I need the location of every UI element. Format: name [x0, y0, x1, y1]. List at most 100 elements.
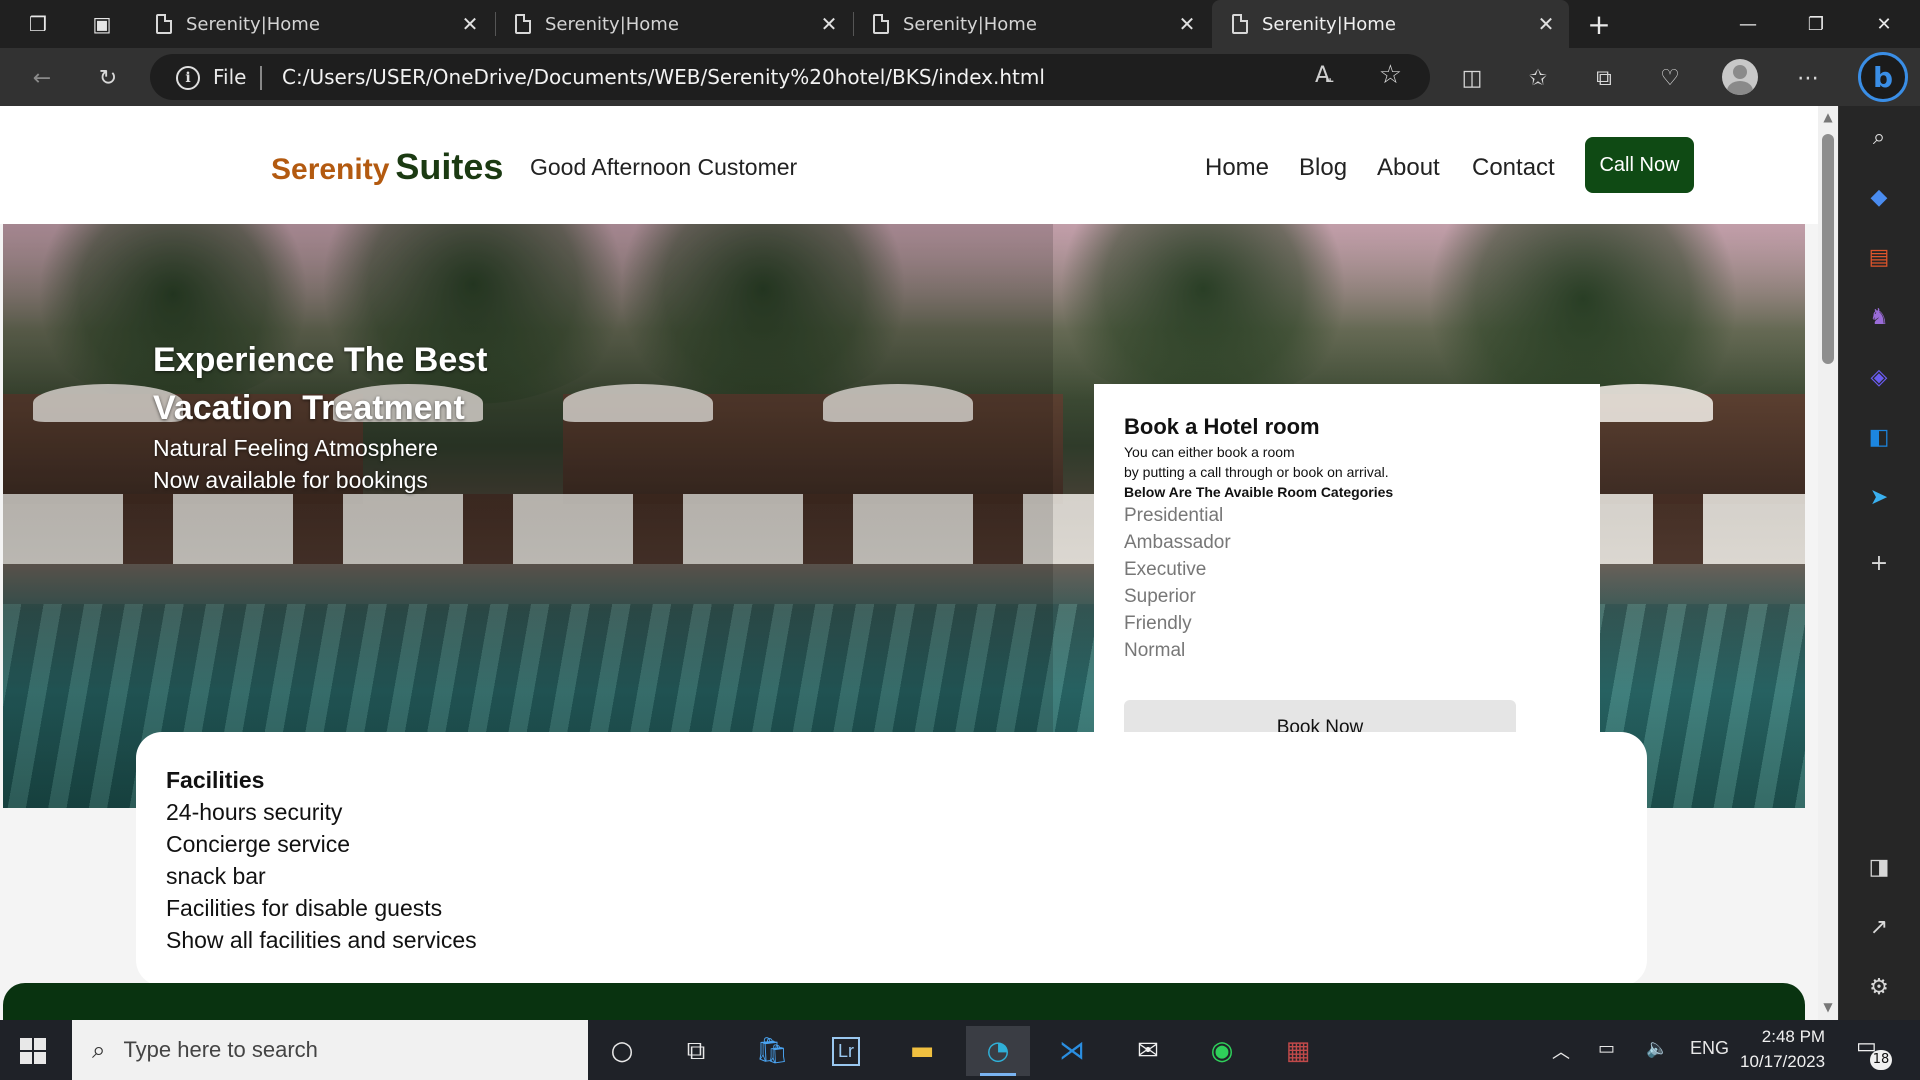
- hero-subtitle-2: Now available for bookings: [153, 467, 428, 493]
- greeting-text: Good Afternoon Customer: [530, 154, 798, 180]
- read-aloud-icon[interactable]: A꜡: [1315, 62, 1330, 88]
- tab-title: Serenity|Home: [903, 13, 1037, 35]
- page-viewport: Serenity Suites Good Afternoon Customer H…: [0, 106, 1818, 1020]
- favorite-star-icon[interactable]: ☆: [1379, 60, 1402, 90]
- volume-icon[interactable]: 🔈: [1646, 1038, 1668, 1059]
- minimize-button[interactable]: —: [1714, 0, 1782, 48]
- booking-description-1: You can either book a room: [1124, 444, 1295, 460]
- game-icon[interactable]: ▦: [1266, 1026, 1330, 1076]
- vscode-icon[interactable]: ⋊: [1040, 1026, 1104, 1076]
- back-icon[interactable]: ←: [24, 60, 60, 96]
- games-icon[interactable]: ♞: [1864, 302, 1894, 332]
- room-category: Presidential: [1124, 505, 1224, 526]
- system-clock[interactable]: 2:48 PM 10/17/2023: [1740, 1024, 1825, 1074]
- hero-title: Experience The Best Vacation Treatment: [153, 341, 488, 427]
- scrollbar-thumb[interactable]: [1822, 134, 1834, 364]
- browser-toolbar: ← ↻ i File C:/Users/USER/OneDrive/Docume…: [0, 48, 1920, 106]
- workspaces-icon[interactable]: ❒: [22, 8, 54, 40]
- info-icon[interactable]: i: [176, 66, 200, 90]
- tab-1[interactable]: Serenity|Home ✕: [136, 0, 493, 48]
- mail-icon[interactable]: ✉: [1116, 1026, 1180, 1076]
- performance-icon[interactable]: ♡: [1652, 60, 1688, 96]
- tab-3[interactable]: Serenity|Home ✕: [853, 0, 1210, 48]
- document-icon: [515, 14, 531, 34]
- bing-chat-icon[interactable]: b: [1858, 52, 1908, 102]
- address-bar[interactable]: i File C:/Users/USER/OneDrive/Documents/…: [150, 54, 1430, 100]
- windows-taskbar: ⌕ Type here to search ○ ⧉ 🛍 Lr ▬ ◔ ⋊ ✉ ◉…: [0, 1020, 1920, 1080]
- close-tab-icon[interactable]: ✕: [1172, 12, 1202, 36]
- facility-item: snack bar: [166, 863, 266, 889]
- new-tab-button[interactable]: +: [1582, 8, 1616, 41]
- close-tab-icon[interactable]: ✕: [1531, 12, 1561, 36]
- brand-first-word: Serenity: [271, 153, 390, 186]
- close-tab-icon[interactable]: ✕: [455, 12, 485, 36]
- outlook-icon[interactable]: ◧: [1864, 422, 1894, 452]
- document-icon: [873, 14, 889, 34]
- store-icon[interactable]: 🛍: [740, 1026, 804, 1076]
- scroll-down-icon[interactable]: ▼: [1818, 1000, 1838, 1016]
- active-indicator: [980, 1073, 1016, 1076]
- scheme-label: File: [213, 65, 247, 89]
- profile-avatar[interactable]: [1722, 59, 1758, 95]
- tab-4-active[interactable]: Serenity|Home ✕: [1212, 0, 1569, 48]
- drop-send-icon[interactable]: ➤: [1864, 482, 1894, 512]
- external-link-icon[interactable]: ↗: [1864, 912, 1894, 942]
- collections-icon[interactable]: ⧉: [1586, 60, 1622, 96]
- facility-item: Concierge service: [166, 831, 351, 857]
- favorites-icon[interactable]: ✩: [1520, 60, 1556, 96]
- clock-date: 10/17/2023: [1740, 1052, 1826, 1071]
- nav-about[interactable]: About: [1377, 154, 1440, 182]
- hero-subtitle-1: Natural Feeling Atmosphere: [153, 435, 439, 461]
- refresh-icon[interactable]: ↻: [90, 60, 126, 96]
- cortana-icon[interactable]: ○: [590, 1026, 654, 1076]
- scroll-up-icon[interactable]: ▲: [1818, 110, 1838, 126]
- language-indicator[interactable]: ENG: [1690, 1038, 1729, 1059]
- tools-briefcase-icon[interactable]: ▤: [1864, 242, 1894, 272]
- office-icon[interactable]: ◈: [1864, 362, 1894, 392]
- edge-icon[interactable]: ◔: [966, 1026, 1030, 1076]
- add-icon[interactable]: +: [1864, 548, 1894, 578]
- search-placeholder: Type here to search: [123, 1037, 318, 1062]
- url-text[interactable]: C:/Users/USER/OneDrive/Documents/WEB/Ser…: [282, 65, 1045, 89]
- restore-button[interactable]: ❐: [1782, 0, 1850, 48]
- site-logo[interactable]: Serenity Suites: [271, 146, 503, 188]
- taskbar-search-box[interactable]: ⌕ Type here to search: [72, 1020, 588, 1080]
- whatsapp-icon[interactable]: ◉: [1190, 1026, 1254, 1076]
- footer-section: [3, 983, 1805, 1020]
- site-header: Serenity Suites Good Afternoon Customer H…: [0, 106, 1818, 224]
- room-category: Friendly: [1124, 613, 1192, 634]
- more-icon[interactable]: ⋯: [1790, 60, 1826, 96]
- close-tab-icon[interactable]: ✕: [814, 12, 844, 36]
- sidebar-toggle-icon[interactable]: ◨: [1864, 852, 1894, 882]
- task-view-icon[interactable]: ⧉: [664, 1026, 728, 1076]
- notification-center-icon[interactable]: ▭ 18: [1856, 1034, 1892, 1070]
- tab-title: Serenity|Home: [186, 13, 320, 35]
- shopping-tag-icon[interactable]: ◆: [1864, 182, 1894, 212]
- settings-icon[interactable]: ⚙: [1864, 972, 1894, 1002]
- windows-start-icon[interactable]: [20, 1038, 46, 1064]
- hero-text-block: Experience The Best Vacation Treatment N…: [153, 336, 573, 496]
- brand-second-word: Suites: [395, 146, 504, 187]
- nav-contact[interactable]: Contact: [1472, 154, 1555, 182]
- split-screen-icon[interactable]: ◫: [1454, 60, 1490, 96]
- show-hidden-icons[interactable]: ︿: [1552, 1038, 1570, 1064]
- search-icon: ⌕: [92, 1036, 106, 1064]
- lightroom-icon[interactable]: Lr: [814, 1026, 878, 1076]
- clock-time: 2:48 PM: [1761, 1027, 1826, 1046]
- document-icon: [1232, 14, 1248, 34]
- tab-actions-icon[interactable]: ▣: [86, 8, 118, 40]
- hero-banner: Experience The Best Vacation Treatment N…: [3, 224, 1805, 808]
- nav-blog[interactable]: Blog: [1299, 154, 1347, 182]
- file-explorer-icon[interactable]: ▬: [890, 1026, 954, 1076]
- battery-icon[interactable]: ▭: [1598, 1038, 1615, 1059]
- search-icon[interactable]: ⌕: [1864, 122, 1894, 152]
- booking-description-2: by putting a call through or book on arr…: [1124, 464, 1389, 480]
- notification-count: 18: [1870, 1050, 1892, 1070]
- facilities-title: Facilities: [166, 767, 265, 793]
- tab-title: Serenity|Home: [1262, 13, 1396, 35]
- nav-home[interactable]: Home: [1205, 154, 1269, 182]
- show-all-facilities-link[interactable]: Show all facilities and services: [166, 924, 1617, 956]
- close-window-button[interactable]: ✕: [1850, 0, 1918, 48]
- tab-2[interactable]: Serenity|Home ✕: [495, 0, 852, 48]
- call-now-button[interactable]: Call Now: [1585, 137, 1694, 193]
